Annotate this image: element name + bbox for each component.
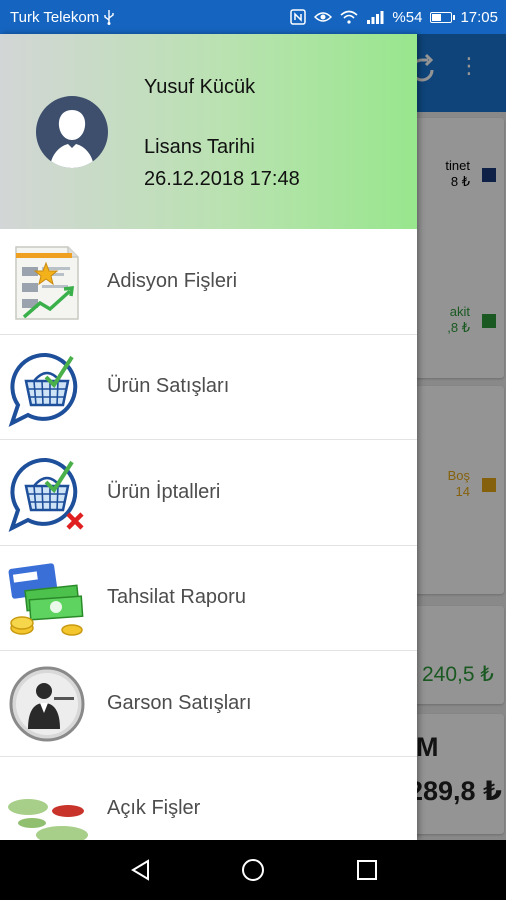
menu-item-acik-fisler[interactable]: Açık Fişler <box>0 757 417 840</box>
eye-comfort-icon <box>314 10 333 24</box>
menu-item-adisyon-fisleri[interactable]: Adisyon Fişleri <box>0 229 417 335</box>
home-icon[interactable] <box>241 858 265 882</box>
clock: 17:05 <box>460 8 498 26</box>
drawer-menu: Adisyon Fişleri Ürün Satışları Ürün İpta… <box>0 229 417 840</box>
license-label: Lisans Tarihi <box>144 136 255 158</box>
recents-icon[interactable] <box>355 858 379 882</box>
signal-icon <box>366 10 384 24</box>
usb-icon <box>103 9 115 25</box>
navigation-bar <box>0 840 506 900</box>
money-card-icon <box>8 562 84 636</box>
status-bar: Turk Telekom %54 17:05 <box>0 0 506 34</box>
nfc-icon <box>290 9 307 25</box>
menu-item-label: Ürün İptalleri <box>107 480 221 503</box>
carrier-name: Turk Telekom <box>10 8 100 26</box>
waiter-icon <box>9 666 85 742</box>
user-name: Yusuf Kücük <box>144 76 256 98</box>
menu-item-urun-iptalleri[interactable]: Ürün İptalleri <box>0 440 417 546</box>
menu-item-label: Tahsilat Raporu <box>107 586 246 609</box>
basket-check-icon <box>8 352 78 427</box>
back-icon[interactable] <box>128 858 152 882</box>
avatar <box>36 96 108 168</box>
user-silhouette-icon <box>50 110 94 168</box>
menu-item-tahsilat-raporu[interactable]: Tahsilat Raporu <box>0 546 417 651</box>
menu-item-label: Açık Fişler <box>107 797 201 820</box>
wifi-icon <box>340 10 358 24</box>
battery-percent: %54 <box>392 8 423 26</box>
menu-item-label: Garson Satışları <box>107 691 252 714</box>
receipt-chart-icon <box>15 246 79 320</box>
menu-item-label: Adisyon Fişleri <box>107 269 238 292</box>
drawer-header: Yusuf Kücük Lisans Tarihi 26.12.2018 17:… <box>0 34 417 229</box>
battery-icon <box>430 11 456 23</box>
menu-item-urun-satislari[interactable]: Ürün Satışları <box>0 335 417 440</box>
license-date: 26.12.2018 17:48 <box>144 168 300 190</box>
open-tables-icon <box>8 798 88 840</box>
navigation-drawer: Yusuf Kücük Lisans Tarihi 26.12.2018 17:… <box>0 34 417 840</box>
basket-cancel-icon <box>8 457 84 532</box>
menu-item-garson-satislari[interactable]: Garson Satışları <box>0 651 417 757</box>
menu-item-label: Ürün Satışları <box>107 375 230 398</box>
